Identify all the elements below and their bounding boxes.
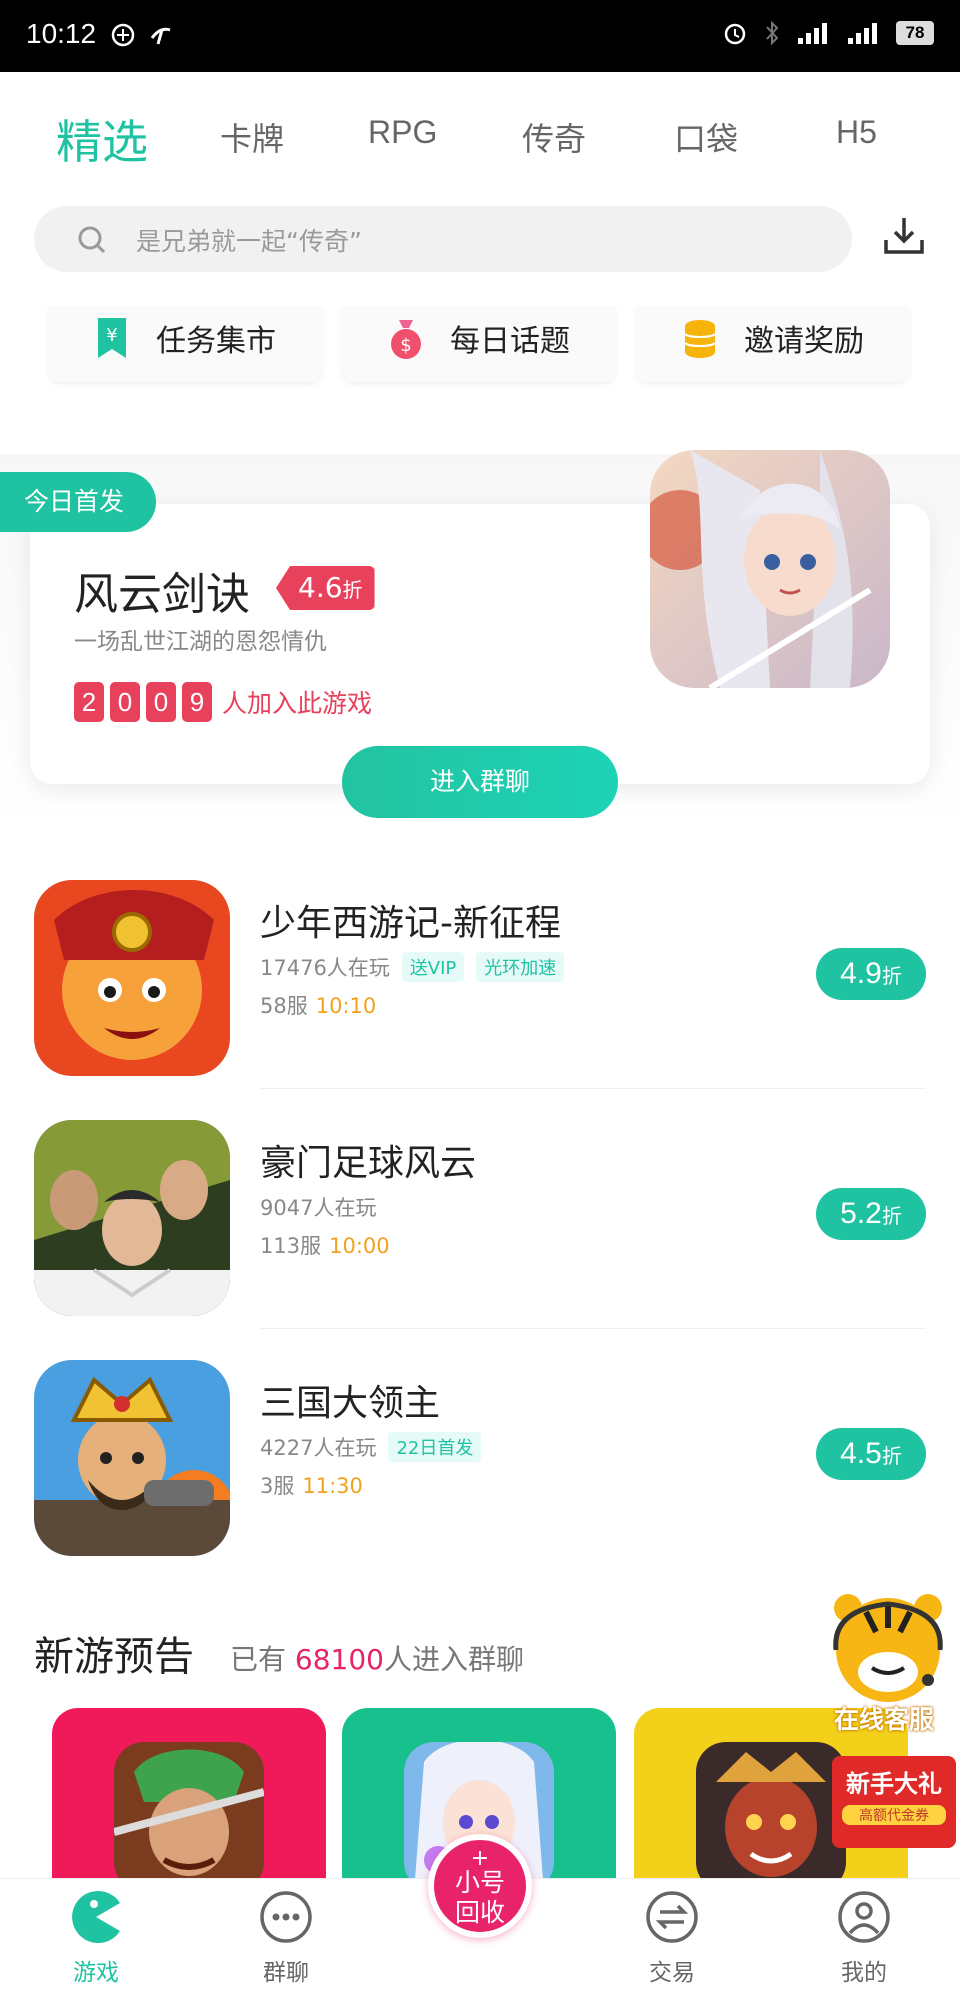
- game-tag: 光环加速: [476, 952, 565, 982]
- search-bar[interactable]: 是兄弟就一起“传奇”: [34, 206, 852, 272]
- game-icon: [34, 880, 230, 1076]
- tab-rpg[interactable]: RPG: [368, 114, 437, 151]
- quick-link-label: 任务集市: [156, 324, 276, 359]
- game-name: 少年西游记-新征程: [260, 903, 561, 944]
- divider: [260, 1088, 926, 1089]
- game-server: 58服 10:10: [260, 994, 377, 1018]
- count-digit: 0: [146, 682, 176, 722]
- game-discount-badge[interactable]: 4.9折: [816, 948, 926, 1000]
- quick-link-daily-topic[interactable]: $ 每日话题: [342, 306, 616, 382]
- nav-group-chat[interactable]: 群聊: [226, 1879, 346, 1992]
- game-tag: 送VIP: [401, 952, 465, 982]
- signal-bars-icon: [798, 23, 827, 44]
- tab-legend[interactable]: 传奇: [522, 114, 586, 160]
- new-games-title: 新游预告: [34, 1634, 194, 1680]
- tab-h5[interactable]: H5: [836, 114, 877, 151]
- svg-text:$: $: [400, 335, 411, 356]
- account-recycle-button[interactable]: + 小号 回收: [428, 1834, 532, 1938]
- svg-text:¥: ¥: [106, 325, 117, 346]
- customer-service-label[interactable]: 在线客服: [834, 1700, 934, 1736]
- game-list-item[interactable]: 豪门足球风云 9047人在玩 113服 10:00 5.2折: [0, 1120, 960, 1360]
- alarm-icon: [724, 23, 746, 45]
- featured-title: 风云剑诀: [74, 569, 250, 620]
- search-placeholder: 是兄弟就一起“传奇”: [136, 227, 362, 256]
- game-icon: [34, 1360, 230, 1556]
- quick-link-label: 邀请奖励: [744, 324, 864, 359]
- download-icon[interactable]: [880, 212, 928, 260]
- money-bag-icon: $: [391, 320, 421, 359]
- nav-label: 群聊: [263, 1960, 309, 1986]
- nav-label: 我的: [841, 1960, 887, 1986]
- featured-subtitle: 一场乱世江湖的恩怨情仇: [74, 629, 327, 655]
- game-tag: 22日首发: [388, 1432, 482, 1462]
- tab-cards[interactable]: 卡牌: [220, 114, 284, 160]
- user-icon: [838, 1891, 890, 1943]
- game-players: 9047人在玩: [260, 1196, 377, 1220]
- exchange-icon: [646, 1891, 698, 1943]
- new-game-art: [696, 1742, 846, 1888]
- center-button-line2: 回收: [454, 1898, 505, 1927]
- count-digit: 2: [74, 682, 104, 722]
- new-game-art: [114, 1742, 264, 1888]
- game-players: 17476人在玩: [260, 956, 390, 980]
- tab-pocket[interactable]: 口袋: [674, 114, 738, 160]
- coins-icon: [684, 320, 716, 358]
- game-server: 3服 11:30: [260, 1474, 363, 1498]
- nav-label: 游戏: [73, 1960, 119, 1986]
- plus-icon: +: [470, 1846, 490, 1871]
- newbie-gift-banner[interactable]: 新手大礼 高额代金券: [832, 1756, 956, 1848]
- game-server: 113服 10:00: [260, 1234, 390, 1258]
- chat-dots-icon: [260, 1891, 312, 1943]
- featured-player-count: 2 0 0 9 人加入此游戏: [74, 682, 372, 722]
- gift-subtitle: 高额代金券: [842, 1805, 946, 1825]
- quick-link-label: 每日话题: [450, 324, 570, 359]
- divider: [260, 1328, 926, 1329]
- center-button-line1: 小号: [454, 1868, 505, 1897]
- game-icon: [34, 1120, 230, 1316]
- join-chat-button[interactable]: 进入群聊: [342, 746, 618, 818]
- signal-logo-icon: [150, 27, 171, 45]
- count-digit: 9: [182, 682, 212, 722]
- nav-games[interactable]: 游戏: [36, 1879, 156, 1992]
- network-icon: [111, 23, 135, 47]
- nav-profile[interactable]: 我的: [804, 1879, 924, 1992]
- player-count-text: 人加入此游戏: [222, 689, 373, 718]
- game-meta: 4227人在玩 22日首发: [260, 1432, 482, 1462]
- featured-game-art[interactable]: [650, 450, 890, 688]
- status-right: 78: [722, 20, 934, 46]
- pacman-icon: [72, 1891, 120, 1943]
- game-name: 三国大领主: [260, 1383, 441, 1424]
- signal-4g-icon: [848, 23, 877, 44]
- game-meta: 17476人在玩 送VIP 光环加速: [260, 952, 565, 982]
- status-bar: 10:12 78: [0, 0, 960, 72]
- nav-label: 交易: [649, 1960, 695, 1986]
- category-tabs: 精选 卡牌 RPG 传奇 口袋 H5: [0, 72, 960, 202]
- bookmark-yen-icon: ¥: [98, 318, 126, 358]
- game-players: 4227人在玩: [260, 1436, 377, 1460]
- quick-link-invite-reward[interactable]: 邀请奖励: [636, 306, 910, 382]
- game-name: 豪门足球风云: [260, 1143, 477, 1184]
- nav-trade[interactable]: 交易: [612, 1879, 732, 1992]
- count-digit: 0: [110, 682, 140, 722]
- game-meta: 9047人在玩: [260, 1192, 376, 1222]
- game-list-item[interactable]: 少年西游记-新征程 17476人在玩 送VIP 光环加速 58服 10:10 4.…: [0, 880, 960, 1120]
- featured-discount-badge: 4.6折: [276, 566, 375, 610]
- gift-title: 新手大礼: [846, 1770, 942, 1798]
- new-games-count: 已有 68100人进入群聊: [230, 1643, 525, 1676]
- status-time: 10:12: [26, 18, 97, 49]
- today-release-badge: 今日首发: [0, 472, 156, 532]
- quick-link-task-market[interactable]: ¥ 任务集市: [48, 306, 322, 382]
- tab-featured[interactable]: 精选: [56, 106, 148, 172]
- game-discount-badge[interactable]: 5.2折: [816, 1188, 926, 1240]
- new-game-card[interactable]: [52, 1708, 326, 1888]
- bluetooth-icon: [766, 20, 779, 46]
- search-icon: [78, 226, 106, 254]
- game-list-item[interactable]: 三国大领主 4227人在玩 22日首发 3服 11:30 4.5折: [0, 1360, 960, 1600]
- battery-indicator: 78: [896, 21, 934, 45]
- game-discount-badge[interactable]: 4.5折: [816, 1428, 926, 1480]
